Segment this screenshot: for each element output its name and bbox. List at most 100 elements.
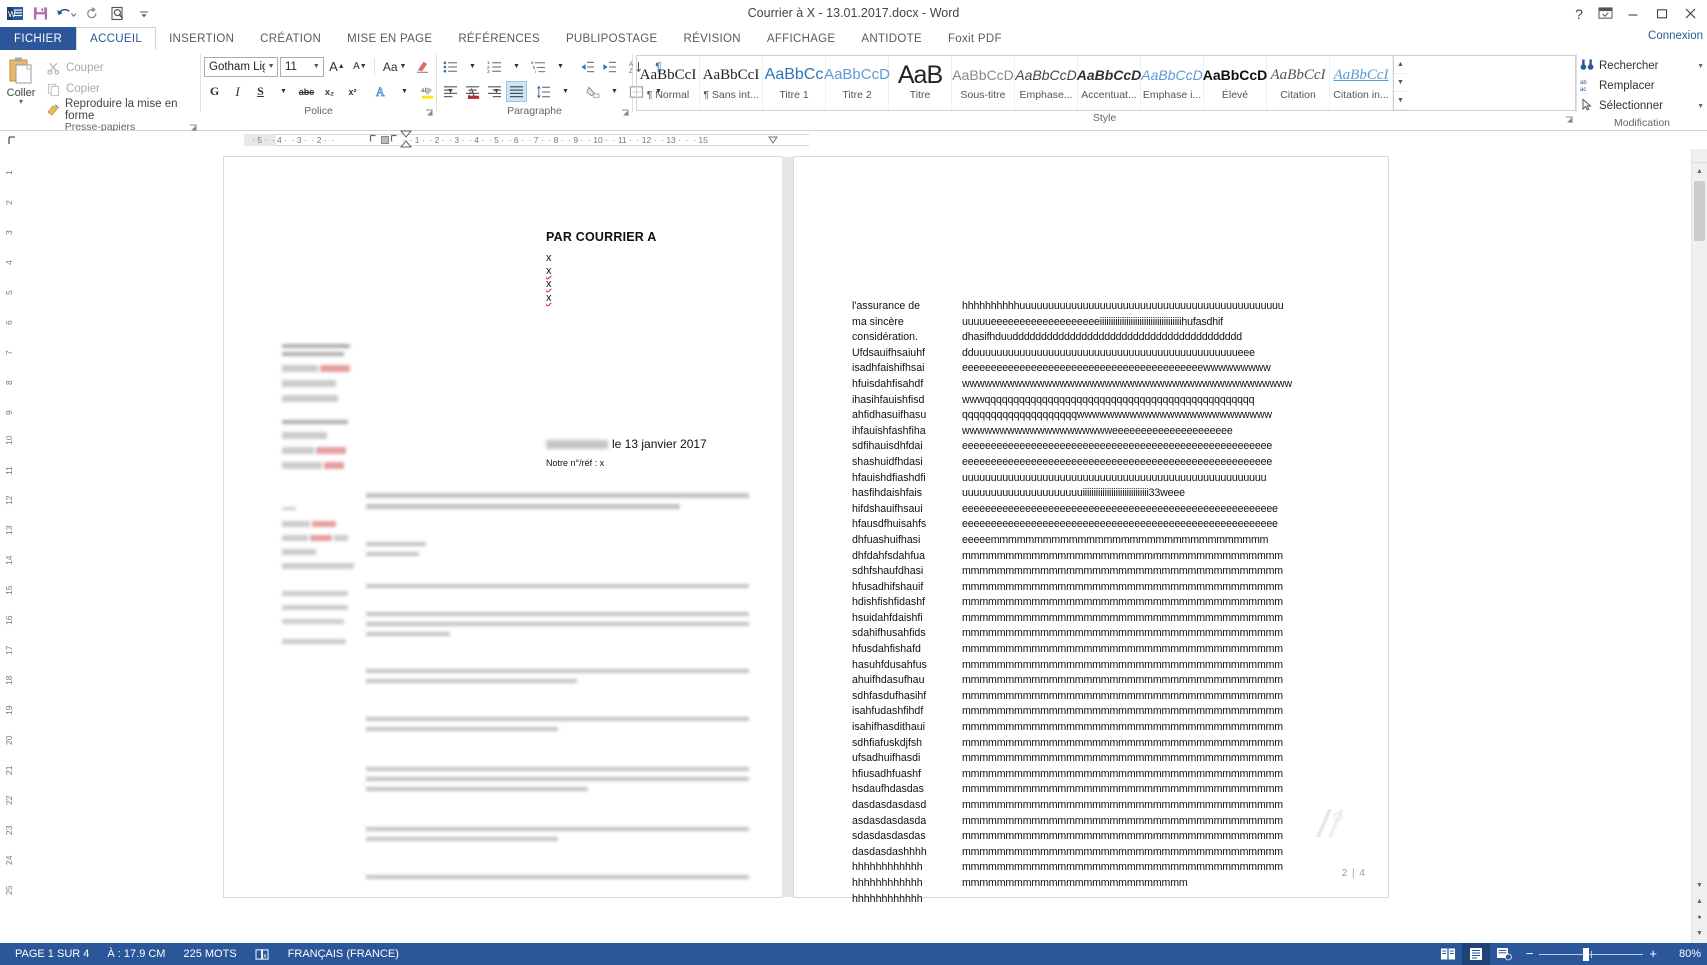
- multilevel-list-caret[interactable]: ▼: [550, 56, 571, 77]
- print-preview-icon[interactable]: [106, 3, 130, 25]
- tab-insertion[interactable]: INSERTION: [156, 27, 247, 50]
- align-left-button[interactable]: [440, 81, 461, 102]
- styles-scroll[interactable]: ▲ ▼ ▼: [1393, 56, 1407, 110]
- web-layout-button[interactable]: [1490, 943, 1518, 965]
- select-caret[interactable]: ▼: [1697, 103, 1707, 110]
- scrollbar-thumb[interactable]: [1694, 181, 1705, 241]
- save-icon[interactable]: [28, 3, 52, 25]
- align-center-button[interactable]: [462, 81, 483, 102]
- tab-creation[interactable]: CRÉATION: [247, 27, 334, 50]
- style-item-sans-interligne[interactable]: AaBbCcI ¶ Sans int...: [700, 56, 763, 110]
- clear-formatting-button[interactable]: [412, 56, 433, 77]
- align-right-button[interactable]: [484, 81, 505, 102]
- bold-button[interactable]: G: [204, 81, 225, 102]
- read-mode-button[interactable]: [1434, 943, 1462, 965]
- minimize-button[interactable]: [1618, 1, 1647, 26]
- find-button[interactable]: Rechercher ▼: [1577, 56, 1707, 76]
- language-indicator[interactable]: FRANÇAIS (FRANCE): [279, 948, 408, 960]
- horizontal-ruler[interactable]: · 5 · · 4 · · 3 · · 2 · · · · 1 · · 2 · …: [24, 130, 1707, 149]
- style-item-titre-1[interactable]: AaBbCc Titre 1: [763, 56, 826, 110]
- decrease-indent-button[interactable]: [577, 56, 598, 77]
- subscript-button[interactable]: x₂: [319, 81, 340, 102]
- right-indent-marker[interactable]: [768, 133, 778, 147]
- format-painter-button[interactable]: Reproduire la mise en forme: [42, 98, 200, 122]
- next-page-button[interactable]: ▼: [1692, 925, 1707, 941]
- zoom-slider[interactable]: − +: [1518, 947, 1665, 961]
- page-indicator[interactable]: PAGE 1 SUR 4: [6, 948, 98, 960]
- proofing-status[interactable]: x: [246, 948, 279, 961]
- zoom-level-label[interactable]: 80%: [1665, 948, 1701, 960]
- bullet-list-caret[interactable]: ▼: [462, 56, 483, 77]
- tab-references[interactable]: RÉFÉRENCES: [445, 27, 553, 50]
- styles-scroll-up[interactable]: ▲: [1394, 56, 1407, 74]
- paste-button[interactable]: Coller ▾: [0, 54, 42, 106]
- tab-antidote[interactable]: ANTIDOTE: [848, 27, 935, 50]
- account-sign-in-link[interactable]: Connexion: [1648, 30, 1703, 42]
- superscript-button[interactable]: x²: [342, 81, 363, 102]
- tab-fichier[interactable]: FICHIER: [0, 27, 77, 50]
- style-item-normal[interactable]: AaBbCcI ¶ Normal: [637, 56, 700, 110]
- font-dialog-launcher[interactable]: [425, 108, 434, 117]
- numbered-list-caret[interactable]: ▼: [506, 56, 527, 77]
- tab-revision[interactable]: RÉVISION: [671, 27, 754, 50]
- previous-page-button[interactable]: ▲: [1692, 893, 1707, 909]
- tab-stop-marker[interactable]: [369, 132, 378, 146]
- underline-caret[interactable]: ▼: [273, 81, 294, 102]
- italic-button[interactable]: I: [227, 81, 248, 102]
- zoom-out-button[interactable]: −: [1526, 947, 1534, 960]
- redo-icon[interactable]: [80, 3, 104, 25]
- tab-publipostage[interactable]: PUBLIPOSTAGE: [553, 27, 671, 50]
- styles-dialog-launcher[interactable]: [1565, 115, 1574, 124]
- font-name-combo[interactable]: Gotham Ligh ▼: [204, 56, 278, 77]
- style-item-titre[interactable]: AaB Titre: [889, 56, 952, 110]
- restore-button[interactable]: [1647, 1, 1676, 26]
- styles-more-button[interactable]: ▼: [1394, 92, 1407, 110]
- position-indicator[interactable]: À : 17.9 CM: [98, 948, 174, 960]
- style-item-eleve[interactable]: AaBbCcD Élevé: [1203, 56, 1267, 110]
- help-icon[interactable]: ?: [1566, 1, 1592, 26]
- document-canvas[interactable]: PAR COURRIER A x x x x le 13 janvier 201…: [24, 149, 1691, 943]
- tab-affichage[interactable]: AFFICHAGE: [754, 27, 849, 50]
- highlight-button[interactable]: ab: [417, 81, 438, 102]
- customize-quick-access-icon[interactable]: [132, 3, 156, 25]
- paragraph-dialog-launcher[interactable]: [621, 108, 630, 117]
- ribbon-display-options-icon[interactable]: [1592, 1, 1618, 26]
- vertical-ruler[interactable]: 1 2 3 4 5 6 7 8 9 10 11 12 13 14 15 16 1…: [0, 149, 24, 943]
- multilevel-list-button[interactable]: abi: [528, 56, 549, 77]
- tab-stop-marker-2[interactable]: [390, 132, 399, 146]
- style-item-emphase[interactable]: AaBbCcD Emphase...: [1015, 56, 1078, 110]
- zoom-in-button[interactable]: +: [1649, 947, 1657, 960]
- shading-caret[interactable]: ▼: [604, 81, 625, 102]
- print-layout-button[interactable]: [1461, 943, 1490, 965]
- align-justify-button[interactable]: [506, 81, 527, 102]
- increase-indent-button[interactable]: [599, 56, 620, 77]
- tab-mise-en-page[interactable]: MISE EN PAGE: [334, 27, 445, 50]
- change-case-button[interactable]: Aa ▼: [379, 56, 410, 77]
- indent-marker-group[interactable]: [381, 133, 389, 147]
- scroll-up-arrow[interactable]: ▲: [1692, 163, 1707, 179]
- style-item-emphase-intense[interactable]: AaBbCcD Emphase i...: [1141, 56, 1204, 110]
- style-item-citation-intense[interactable]: AaBbCcI Citation in...: [1330, 56, 1393, 110]
- zoom-thumb[interactable]: [1583, 947, 1590, 961]
- shading-button[interactable]: [582, 81, 603, 102]
- style-item-citation[interactable]: AaBbCcI Citation: [1267, 56, 1330, 110]
- tab-stop-selector[interactable]: [0, 131, 24, 149]
- font-name-caret[interactable]: ▼: [265, 63, 277, 70]
- cut-button[interactable]: Couper: [42, 58, 200, 78]
- line-spacing-button[interactable]: [533, 81, 554, 102]
- bullet-list-button[interactable]: [440, 56, 461, 77]
- grow-font-button[interactable]: A ▲: [326, 56, 347, 77]
- browse-object-button[interactable]: ●: [1692, 909, 1707, 925]
- strikethrough-button[interactable]: abc: [296, 81, 317, 102]
- style-item-sous-titre[interactable]: AaBbCcD Sous-titre: [952, 56, 1015, 110]
- document-page-1[interactable]: PAR COURRIER A x x x x le 13 janvier 201…: [224, 157, 782, 897]
- font-size-caret[interactable]: ▼: [309, 63, 323, 70]
- document-page-2[interactable]: l'assurance de ma sincère considération.…: [794, 157, 1388, 905]
- vertical-scrollbar[interactable]: ▲ ▼ ▲ ● ▼: [1691, 149, 1707, 943]
- split-bar-handle[interactable]: [1692, 149, 1707, 163]
- text-effects-button[interactable]: A: [371, 81, 392, 102]
- line-spacing-caret[interactable]: ▼: [555, 81, 576, 102]
- zoom-track[interactable]: [1539, 947, 1644, 961]
- style-item-titre-2[interactable]: AaBbCcD Titre 2: [824, 56, 890, 110]
- tab-foxit-pdf[interactable]: Foxit PDF: [935, 27, 1015, 50]
